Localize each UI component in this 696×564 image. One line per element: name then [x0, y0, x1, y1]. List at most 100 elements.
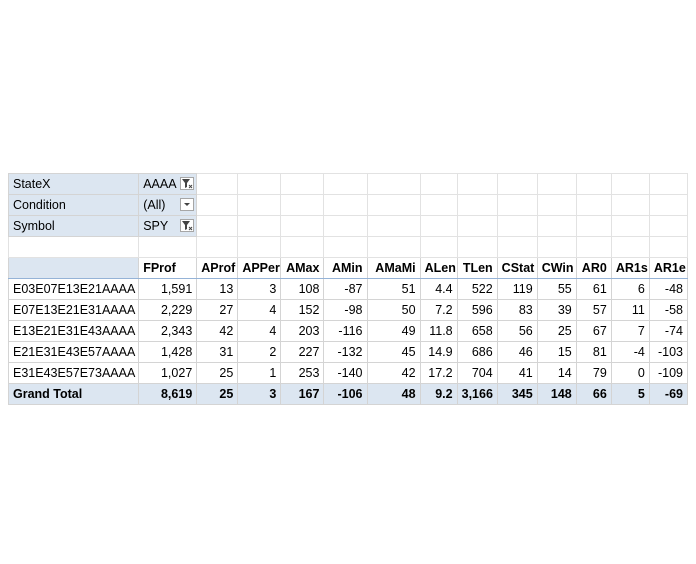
table-cell[interactable]: 11.8	[419, 320, 458, 342]
grand-total-cell[interactable]: 25	[196, 383, 239, 405]
grand-total-cell[interactable]: 148	[536, 383, 577, 405]
empty-cell[interactable]	[366, 173, 421, 195]
empty-cell[interactable]	[610, 173, 650, 195]
empty-cell[interactable]	[575, 215, 612, 237]
column-header-aprof[interactable]: AProf	[196, 257, 239, 279]
empty-cell[interactable]	[196, 194, 239, 216]
table-cell[interactable]: 596	[456, 299, 498, 321]
table-cell[interactable]: 42	[366, 362, 421, 384]
column-header-cstat[interactable]: CStat	[496, 257, 538, 279]
row-label[interactable]: E13E21E31E43AAAA	[7, 320, 140, 342]
grand-total-cell[interactable]: 167	[280, 383, 325, 405]
table-cell[interactable]: 13	[196, 278, 239, 300]
table-cell[interactable]: -87	[323, 278, 368, 300]
empty-cell[interactable]	[496, 173, 538, 195]
table-cell[interactable]: 108	[280, 278, 325, 300]
table-cell[interactable]: -116	[323, 320, 368, 342]
table-cell[interactable]: 152	[280, 299, 325, 321]
table-cell[interactable]: 25	[536, 320, 577, 342]
grand-total-cell[interactable]: 345	[496, 383, 538, 405]
grand-total-cell[interactable]: -69	[648, 383, 689, 405]
empty-cell[interactable]	[419, 215, 458, 237]
column-header-ar1s[interactable]: AR1s	[610, 257, 650, 279]
row-label[interactable]: E03E07E13E21AAAA	[7, 278, 140, 300]
empty-cell[interactable]	[456, 194, 498, 216]
grand-total-cell[interactable]: 5	[610, 383, 650, 405]
table-cell[interactable]: -140	[323, 362, 368, 384]
empty-cell[interactable]	[648, 173, 689, 195]
table-cell[interactable]: 17.2	[419, 362, 458, 384]
grand-total-cell[interactable]: 8,619	[138, 383, 198, 405]
table-cell[interactable]: 2,343	[138, 320, 198, 342]
table-cell[interactable]: 39	[536, 299, 577, 321]
table-cell[interactable]: 658	[456, 320, 498, 342]
table-cell[interactable]: 41	[496, 362, 538, 384]
table-cell[interactable]: -103	[648, 341, 689, 363]
empty-cell[interactable]	[366, 194, 421, 216]
table-cell[interactable]: -4	[610, 341, 650, 363]
empty-cell[interactable]	[323, 194, 368, 216]
row-label[interactable]: E07E13E21E31AAAA	[7, 299, 140, 321]
empty-cell[interactable]	[610, 194, 650, 216]
table-cell[interactable]: 67	[575, 320, 612, 342]
table-cell[interactable]: 56	[496, 320, 538, 342]
column-header-ar0[interactable]: AR0	[575, 257, 612, 279]
table-cell[interactable]: 57	[575, 299, 612, 321]
empty-cell[interactable]	[280, 194, 325, 216]
column-header-amami[interactable]: AMaMi	[366, 257, 421, 279]
table-cell[interactable]: 50	[366, 299, 421, 321]
table-cell[interactable]: 4	[237, 299, 282, 321]
empty-cell[interactable]	[237, 194, 282, 216]
column-header-alen[interactable]: ALen	[419, 257, 458, 279]
table-cell[interactable]: -58	[648, 299, 689, 321]
filter-label[interactable]: Symbol	[7, 215, 140, 237]
table-cell[interactable]: 7	[610, 320, 650, 342]
table-cell[interactable]: 11	[610, 299, 650, 321]
table-cell[interactable]: 31	[196, 341, 239, 363]
table-cell[interactable]: 253	[280, 362, 325, 384]
table-cell[interactable]: -132	[323, 341, 368, 363]
grand-total-cell[interactable]: 66	[575, 383, 612, 405]
table-cell[interactable]: 1,027	[138, 362, 198, 384]
table-cell[interactable]: 46	[496, 341, 538, 363]
empty-cell[interactable]	[323, 173, 368, 195]
filter-value[interactable]: SPY	[138, 215, 198, 237]
empty-cell[interactable]	[536, 173, 577, 195]
table-cell[interactable]: 1,591	[138, 278, 198, 300]
table-cell[interactable]: 42	[196, 320, 239, 342]
filter-value[interactable]: (All)	[138, 194, 198, 216]
empty-cell[interactable]	[456, 173, 498, 195]
filter-value[interactable]: AAAA	[138, 173, 198, 195]
empty-cell[interactable]	[536, 215, 577, 237]
grand-total-cell[interactable]: -106	[323, 383, 368, 405]
empty-cell[interactable]	[536, 194, 577, 216]
table-cell[interactable]: 4.4	[419, 278, 458, 300]
table-cell[interactable]: 51	[366, 278, 421, 300]
grand-total-cell[interactable]: 9.2	[419, 383, 458, 405]
table-cell[interactable]: 83	[496, 299, 538, 321]
table-cell[interactable]: 15	[536, 341, 577, 363]
table-cell[interactable]: 55	[536, 278, 577, 300]
filter-label[interactable]: StateX	[7, 173, 140, 195]
table-cell[interactable]: 1,428	[138, 341, 198, 363]
column-header-apper[interactable]: APPer	[237, 257, 282, 279]
empty-cell[interactable]	[575, 173, 612, 195]
column-header-fprof[interactable]: FProf	[138, 257, 198, 279]
table-cell[interactable]: 1	[237, 362, 282, 384]
table-cell[interactable]: -98	[323, 299, 368, 321]
empty-cell[interactable]	[237, 215, 282, 237]
grand-total-label[interactable]: Grand Total	[7, 383, 140, 405]
table-cell[interactable]: -48	[648, 278, 689, 300]
row-label[interactable]: E21E31E43E57AAAA	[7, 341, 140, 363]
table-cell[interactable]: 0	[610, 362, 650, 384]
empty-cell[interactable]	[648, 194, 689, 216]
dropdown-arrow-icon[interactable]	[180, 198, 195, 211]
empty-cell[interactable]	[323, 215, 368, 237]
empty-cell[interactable]	[280, 215, 325, 237]
table-cell[interactable]: 45	[366, 341, 421, 363]
empty-cell[interactable]	[496, 215, 538, 237]
table-cell[interactable]: 25	[196, 362, 239, 384]
table-cell[interactable]: 3	[237, 278, 282, 300]
column-header-amin[interactable]: AMin	[323, 257, 368, 279]
grand-total-cell[interactable]: 3	[237, 383, 282, 405]
